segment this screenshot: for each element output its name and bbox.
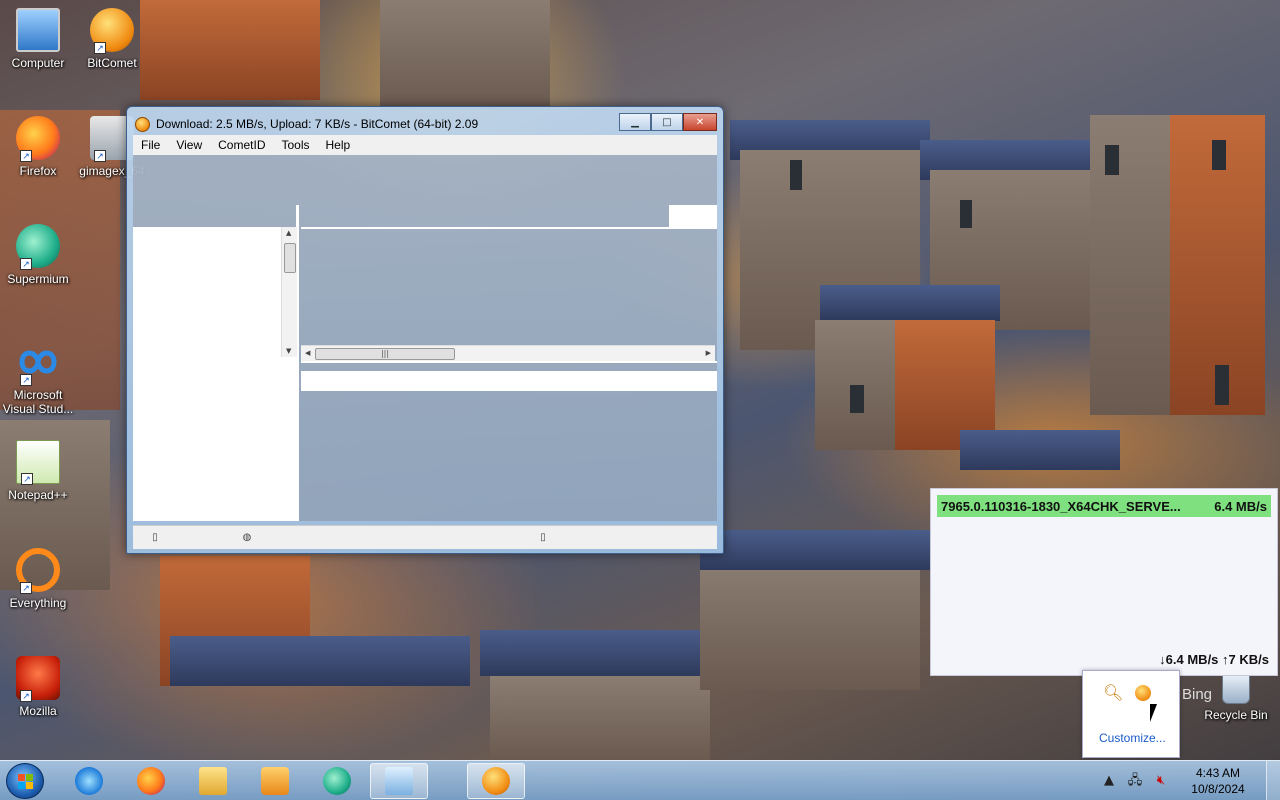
desktop-icon-label: Mozilla xyxy=(19,704,57,718)
menu-bar: File View CometID Tools Help xyxy=(133,135,717,155)
clock-date: 10/8/2024 xyxy=(1191,782,1245,796)
desktop-icon-visual-studio[interactable]: ↗ Microsoft Visual Stud... xyxy=(0,340,76,416)
tree-vertical-scrollbar[interactable]: ▲ ▼ xyxy=(281,227,297,357)
control-panel-icon xyxy=(385,767,413,795)
desktop-icon-everything[interactable]: ↗ Everything xyxy=(0,548,76,610)
supermium-icon xyxy=(323,767,351,795)
tray-overflow-panel: 🔍︎ Customize... xyxy=(1082,670,1180,758)
desktop-icon-label: Computer xyxy=(11,56,65,70)
folder-icon xyxy=(199,767,227,795)
scroll-right-arrow-icon[interactable]: ▶ xyxy=(706,349,711,357)
taskbar: ▲ 🖧 🔇︎ 4:43 AM 10/8/2024 xyxy=(0,760,1280,800)
maximize-button[interactable]: □ xyxy=(651,113,683,131)
desktop-icon-label: BitComet xyxy=(87,56,137,70)
scroll-down-arrow-icon[interactable]: ▼ xyxy=(286,347,291,355)
bing-watermark: Bing xyxy=(1182,686,1213,703)
lower-pane-divider xyxy=(301,361,717,363)
taskbar-supermium[interactable] xyxy=(308,763,366,799)
volume-muted-icon[interactable]: 🔇︎ xyxy=(1152,772,1170,790)
supermium-icon: ↗ xyxy=(16,224,60,270)
desktop-icon-computer[interactable]: Computer xyxy=(0,8,76,70)
menu-help[interactable]: Help xyxy=(318,138,359,152)
firefox-icon: ↗ xyxy=(16,116,60,162)
window-titlebar[interactable]: Download: 2.5 MB/s, Upload: 7 KB/s - Bit… xyxy=(135,114,478,134)
popup-task-speed: 6.4 MB/s xyxy=(1214,498,1267,514)
internet-explorer-icon xyxy=(75,767,103,795)
popup-total-speed: ↓6.4 MB/s ↑7 KB/s xyxy=(1159,652,1269,667)
customize-link[interactable]: Customize... xyxy=(1099,731,1166,745)
show-hidden-icons-icon[interactable]: ▲ xyxy=(1100,772,1118,790)
desktop-icon-label: Notepad++ xyxy=(8,488,68,502)
bitcomet-tray-icon[interactable] xyxy=(1135,685,1151,701)
notepadpp-icon: ↗ xyxy=(16,440,60,485)
desktop-icon-label: Recycle Bin xyxy=(1204,708,1268,722)
scroll-left-arrow-icon[interactable]: ◀ xyxy=(305,349,310,357)
taskbar-media-player[interactable] xyxy=(246,763,304,799)
show-desktop-button[interactable] xyxy=(1266,761,1280,800)
scroll-up-arrow-icon[interactable]: ▲ xyxy=(286,229,291,237)
firefox-icon xyxy=(137,767,165,795)
taskbar-clock[interactable]: 4:43 AM 10/8/2024 xyxy=(1182,765,1254,797)
top-divider xyxy=(301,227,717,229)
desktop-icon-mozilla[interactable]: ↗ Mozilla xyxy=(0,656,76,718)
menu-view[interactable]: View xyxy=(168,138,210,152)
popup-task-row[interactable]: 7965.0.110316-1830_X64CHK_SERVE... 6.4 M… xyxy=(937,495,1271,517)
splitter-vertical[interactable] xyxy=(296,205,299,227)
status-port-icon[interactable]: ▯ xyxy=(537,532,549,544)
desktop-icon-label: Supermium xyxy=(7,272,69,286)
bitcomet-icon: ↗ xyxy=(90,8,134,54)
detail-tab-strip[interactable] xyxy=(301,371,717,391)
close-button[interactable]: ✕ xyxy=(683,113,717,131)
clock-time: 4:43 AM xyxy=(1195,766,1241,780)
popup-task-name: 7965.0.110316-1830_X64CHK_SERVE... xyxy=(941,498,1181,514)
desktop-icon-notepadpp[interactable]: ↗ Notepad++ xyxy=(0,440,76,502)
desktop-icon-bitcomet[interactable]: ↗ BitComet xyxy=(74,8,150,70)
menu-file[interactable]: File xyxy=(133,138,168,152)
media-player-icon xyxy=(261,767,289,795)
top-right-field[interactable] xyxy=(669,205,717,227)
mozilla-icon: ↗ xyxy=(16,656,60,702)
taskbar-internet-explorer[interactable] xyxy=(60,763,118,799)
system-tray: ▲ 🖧 🔇︎ xyxy=(1100,761,1170,800)
window-controls: ▁ □ ✕ xyxy=(619,113,717,131)
computer-icon xyxy=(16,8,60,52)
recycle-bin-icon xyxy=(1222,674,1250,704)
taskbar-file-explorer[interactable] xyxy=(184,763,242,799)
scroll-thumb[interactable]: ||| xyxy=(315,348,455,360)
desktop-icon-supermium[interactable]: ↗ Supermium xyxy=(0,224,76,286)
bitcomet-logo-icon xyxy=(135,116,150,132)
start-button[interactable] xyxy=(6,763,44,799)
scroll-thumb[interactable] xyxy=(284,243,296,273)
window-client-area: ▲ ▼ ◀ ||| ▶ xyxy=(133,155,717,521)
menu-tools[interactable]: Tools xyxy=(273,138,317,152)
taskbar-control-panel[interactable] xyxy=(370,763,428,799)
network-icon[interactable]: 🖧 xyxy=(1126,772,1144,790)
desktop-icon-label: Microsoft Visual Stud... xyxy=(2,388,74,416)
desktop-icon-label: Firefox xyxy=(19,164,57,178)
everything-icon: ↗ xyxy=(16,548,60,594)
status-connection-icon[interactable]: ▯ xyxy=(149,532,161,544)
bitcomet-icon xyxy=(482,767,510,795)
taskbar-bitcomet[interactable] xyxy=(467,763,525,799)
bitcomet-speed-popup[interactable]: 7965.0.110316-1830_X64CHK_SERVE... 6.4 M… xyxy=(930,488,1278,676)
category-tree-pane[interactable] xyxy=(133,227,299,521)
status-globe-icon[interactable]: ◍ xyxy=(241,532,253,544)
window-title: Download: 2.5 MB/s, Upload: 7 KB/s - Bit… xyxy=(156,117,479,131)
menu-cometid[interactable]: CometID xyxy=(210,138,273,152)
mouse-cursor-icon xyxy=(1150,704,1157,722)
desktop-icon-firefox[interactable]: ↗ Firefox xyxy=(0,116,76,178)
bitcomet-window[interactable]: Download: 2.5 MB/s, Upload: 7 KB/s - Bit… xyxy=(126,106,724,554)
status-bar: ▯ ◍ ▯ xyxy=(133,525,717,549)
windows-logo-icon xyxy=(18,774,34,790)
taskbar-firefox[interactable] xyxy=(122,763,180,799)
desktop-icon-label: Everything xyxy=(9,596,67,610)
task-list-horizontal-scrollbar[interactable]: ◀ ||| ▶ xyxy=(301,345,715,361)
search-tray-icon[interactable]: 🔍︎ xyxy=(1103,683,1123,703)
minimize-button[interactable]: ▁ xyxy=(619,113,651,131)
visual-studio-icon: ↗ xyxy=(16,340,60,386)
